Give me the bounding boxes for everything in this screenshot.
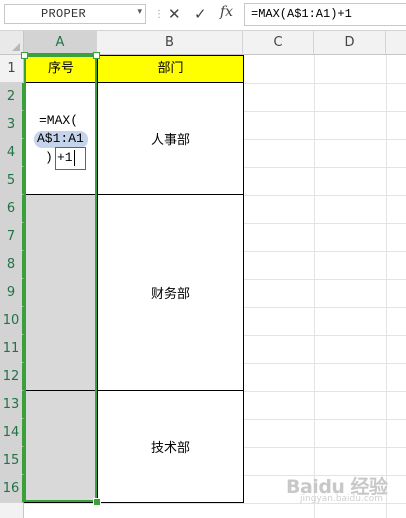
- row-header-1[interactable]: 1: [0, 55, 24, 83]
- cell-b13-b16[interactable]: 技术部: [97, 390, 244, 503]
- enter-icon[interactable]: ✓: [194, 5, 207, 23]
- edit-text-line2: A$1:A1: [37, 131, 84, 146]
- cell-b1[interactable]: 部门: [97, 55, 244, 83]
- text-caret: [74, 150, 75, 166]
- department-label: 人事部: [150, 133, 190, 148]
- selection-handle[interactable]: [21, 52, 28, 59]
- selection-handle[interactable]: [93, 52, 100, 59]
- column-header-d[interactable]: D: [314, 31, 386, 55]
- column-header-a[interactable]: A: [24, 31, 97, 55]
- insert-function-icon[interactable]: fx: [220, 4, 233, 20]
- edit-text-plus: +1: [57, 150, 73, 165]
- row-header-4[interactable]: 4: [0, 139, 24, 167]
- cell-a1[interactable]: 序号: [24, 55, 98, 83]
- formula-input[interactable]: =MAX(A$1:A1)+1: [244, 3, 406, 26]
- row-header-17[interactable]: [0, 503, 24, 518]
- watermark-url: jingyan.baidu.com: [300, 494, 384, 504]
- cell-a6-a12[interactable]: [24, 194, 98, 391]
- chevron-down-icon[interactable]: ▾: [137, 7, 142, 17]
- department-label: 技术部: [150, 441, 190, 456]
- row-header-6[interactable]: 6: [0, 195, 24, 223]
- row-header-8[interactable]: 8: [0, 251, 24, 279]
- row-header-14[interactable]: 14: [0, 419, 24, 447]
- row-header-2[interactable]: 2: [0, 83, 24, 111]
- row-header-15[interactable]: 15: [0, 447, 24, 475]
- column-header-c[interactable]: C: [243, 31, 314, 55]
- name-box[interactable]: PROPER ▾: [4, 4, 146, 24]
- name-box-value: PROPER: [41, 7, 87, 21]
- separator-icon: ⋮: [154, 9, 164, 20]
- edit-text-line1: =MAX(: [39, 113, 79, 128]
- cell-a13-a16[interactable]: [24, 390, 98, 503]
- department-label: 财务部: [150, 287, 190, 302]
- cell-b2-b5[interactable]: 人事部: [97, 82, 244, 195]
- cell-b6-b12[interactable]: 财务部: [97, 194, 244, 391]
- select-all-icon: [12, 43, 20, 51]
- edit-text-paren: ): [45, 150, 53, 165]
- row-header-9[interactable]: 9: [0, 279, 24, 307]
- formula-text: =MAX(A$1:A1)+1: [251, 7, 352, 21]
- column-header-b[interactable]: B: [97, 31, 243, 55]
- row-header-3[interactable]: 3: [0, 111, 24, 139]
- row-header-7[interactable]: 7: [0, 223, 24, 251]
- gridline: [314, 55, 315, 518]
- cancel-icon[interactable]: ✕: [168, 5, 181, 23]
- fill-handle[interactable]: [93, 498, 101, 506]
- row-header-11[interactable]: 11: [0, 335, 24, 363]
- row-header-16[interactable]: 16: [0, 475, 24, 503]
- row-header-5[interactable]: 5: [0, 167, 24, 195]
- row-header-13[interactable]: 13: [0, 391, 24, 419]
- formula-bar: PROPER ▾ ⋮ ✕ ✓ fx =MAX(A$1:A1)+1: [0, 0, 406, 31]
- gridline: [386, 55, 387, 518]
- row-header-12[interactable]: 12: [0, 363, 24, 391]
- column-header-e[interactable]: [386, 31, 406, 55]
- row-header-10[interactable]: 10: [0, 307, 24, 335]
